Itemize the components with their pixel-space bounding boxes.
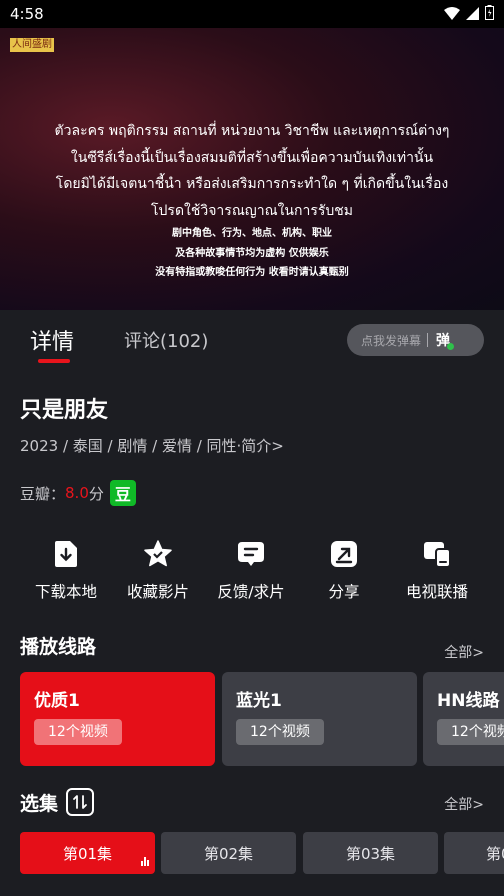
episode-button[interactable]: 第04集 — [444, 832, 504, 874]
watermark: 人间盛剧 — [10, 38, 54, 52]
notice-zh-line: 及各种故事情节均为虚构 仅供娱乐 — [175, 247, 329, 259]
episode-button[interactable]: 第01集 — [20, 832, 155, 874]
play-lines-more-link[interactable]: 全部> — [444, 642, 484, 662]
star-icon — [144, 540, 172, 568]
play-line-count: 12个视频 — [437, 719, 504, 745]
tv-cast-button[interactable]: 电视联播 — [387, 540, 487, 602]
play-line-card[interactable]: HN线路 12个视频 — [423, 672, 504, 766]
status-bar: 4:58 — [0, 0, 504, 28]
notice-zh-line: 没有特指或教唆任何行为 收看时请认真甄别 — [155, 267, 349, 278]
feedback-button[interactable]: 反馈/求片 — [201, 540, 301, 602]
notice-thai-line: โปรดใช้วิจารณญาณในการรับชม — [151, 202, 353, 219]
notice-thai-line: ในซีรีส์เรื่องนี้เป็นเรื่องสมมติที่สร้าง… — [70, 149, 434, 166]
tab-bar: 详情 评论(102) 点我发弹幕 弹 — [0, 310, 504, 370]
episodes-more-link[interactable]: 全部> — [444, 794, 484, 814]
episodes-title: 选集 — [20, 792, 59, 815]
danmaku-divider — [427, 333, 429, 347]
rating-score: 8.0 — [65, 484, 89, 502]
play-line-card[interactable]: 蓝光1 12个视频 — [222, 672, 417, 766]
status-time: 4:58 — [10, 5, 44, 23]
battery-icon — [485, 4, 494, 24]
show-meta[interactable]: 2023 / 泰国 / 剧情 / 爱情 / 同性·简介> — [20, 435, 284, 456]
play-line-name: 蓝光1 — [236, 691, 282, 711]
tab-comments[interactable]: 评论(102) — [124, 327, 208, 353]
danmaku-toggle-icon[interactable]: 弹 — [436, 330, 455, 350]
share-button[interactable]: 分享 — [294, 540, 394, 602]
episode-label: 第01集 — [62, 844, 113, 863]
rating-label: 豆瓣： — [20, 484, 66, 503]
episode-button[interactable]: 第02集 — [161, 832, 296, 874]
tv-cast-icon — [423, 540, 451, 568]
favorite-button[interactable]: 收藏影片 — [108, 540, 208, 602]
tab-active-indicator — [38, 359, 70, 363]
video-player[interactable]: 人间盛剧 ตัวละคร พฤติกรรม สถานที่ หน่วยงาน ว… — [0, 28, 504, 310]
tab-detail[interactable]: 详情 — [30, 324, 74, 356]
episode-label: 第04集 — [486, 844, 504, 863]
episode-label: 第02集 — [203, 844, 254, 863]
danmaku-status-dot — [447, 343, 455, 350]
episode-label: 第03集 — [345, 844, 396, 863]
episodes-header: 选集 — [20, 788, 95, 816]
status-icons — [444, 4, 494, 24]
signal-icon — [466, 5, 479, 24]
share-label: 分享 — [328, 583, 360, 601]
favorite-label: 收藏影片 — [126, 583, 189, 601]
notice-thai-line: ตัวละคร พฤติกรรม สถานที่ หน่วยงาน วิชาชี… — [54, 123, 450, 139]
rating-unit: 分 — [88, 484, 104, 503]
download-label: 下载本地 — [34, 583, 97, 601]
play-line-card[interactable]: 优质1 12个视频 — [20, 672, 215, 766]
notice-zh-line: 剧中角色、行为、地点、机构、职业 — [172, 228, 332, 239]
download-button[interactable]: 下载本地 — [16, 540, 116, 602]
show-title: 只是朋友 — [20, 398, 109, 423]
play-line-name: 优质1 — [34, 691, 80, 711]
disclaimer-notice: ตัวละคร พฤติกรรม สถานที่ หน่วยงาน วิชาชี… — [0, 118, 504, 283]
wifi-icon — [444, 5, 460, 24]
action-bar: 下载本地 收藏影片 反馈/求片 分享 电视联播 — [0, 540, 504, 610]
download-icon — [52, 540, 80, 568]
danmaku-input[interactable]: 点我发弹幕 弹 — [347, 324, 484, 356]
sort-icon[interactable] — [66, 788, 95, 816]
play-line-count: 12个视频 — [34, 719, 122, 745]
douban-rating: 豆瓣： 8.0 分 豆 — [20, 480, 136, 506]
play-line-name: HN线路 — [437, 691, 500, 711]
notice-thai-line: โดยมิได้มีเจตนาชี้นำ หรือส่งเสริมการกระท… — [55, 176, 449, 192]
play-lines-title: 播放线路 — [20, 636, 97, 658]
feedback-label: 反馈/求片 — [217, 583, 285, 601]
playing-indicator-icon — [141, 857, 149, 866]
tv-cast-label: 电视联播 — [405, 583, 468, 601]
danmaku-placeholder: 点我发弹幕 — [361, 333, 422, 348]
share-icon — [330, 540, 358, 568]
feedback-icon — [237, 540, 265, 568]
play-line-count: 12个视频 — [236, 719, 324, 745]
douban-icon: 豆 — [109, 480, 136, 506]
episode-button[interactable]: 第03集 — [303, 832, 438, 874]
